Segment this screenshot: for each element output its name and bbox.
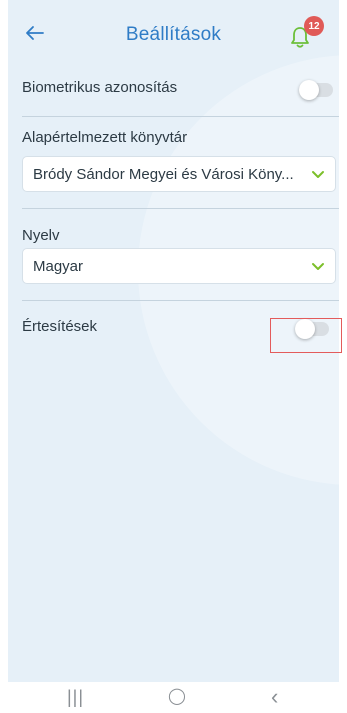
header: Beállítások 12: [8, 0, 339, 70]
highlight-box: [270, 318, 342, 353]
default-library-value: Bródy Sándor Megyei és Városi Köny...: [33, 166, 294, 183]
biometric-label: Biometrikus azonosítás: [22, 79, 178, 96]
language-value: Magyar: [33, 258, 84, 275]
divider: [22, 300, 339, 301]
language-label: Nyelv: [22, 227, 60, 244]
language-select[interactable]: Magyar: [22, 248, 336, 284]
home-button[interactable]: ◯: [168, 688, 186, 706]
default-library-select[interactable]: Bródy Sándor Megyei és Városi Köny...: [22, 156, 336, 192]
notifications-button[interactable]: 12: [284, 16, 324, 50]
nav-back-button[interactable]: ‹: [271, 686, 278, 708]
notification-count-badge: 12: [304, 16, 324, 36]
divider: [22, 208, 339, 209]
notifications-label: Értesítések: [22, 318, 98, 335]
settings-screen: Beállítások 12 Biometrikus azonosítás Al…: [8, 0, 339, 713]
toggle-knob: [299, 80, 319, 100]
chevron-down-icon: [312, 263, 324, 270]
divider: [22, 116, 339, 117]
biometric-toggle[interactable]: [299, 80, 333, 100]
default-library-label: Alapértelmezett könyvtár: [22, 129, 188, 146]
recents-button[interactable]: |||: [67, 688, 84, 706]
chevron-down-icon: [312, 171, 324, 178]
system-nav-bar: ||| ◯ ‹: [0, 682, 347, 713]
